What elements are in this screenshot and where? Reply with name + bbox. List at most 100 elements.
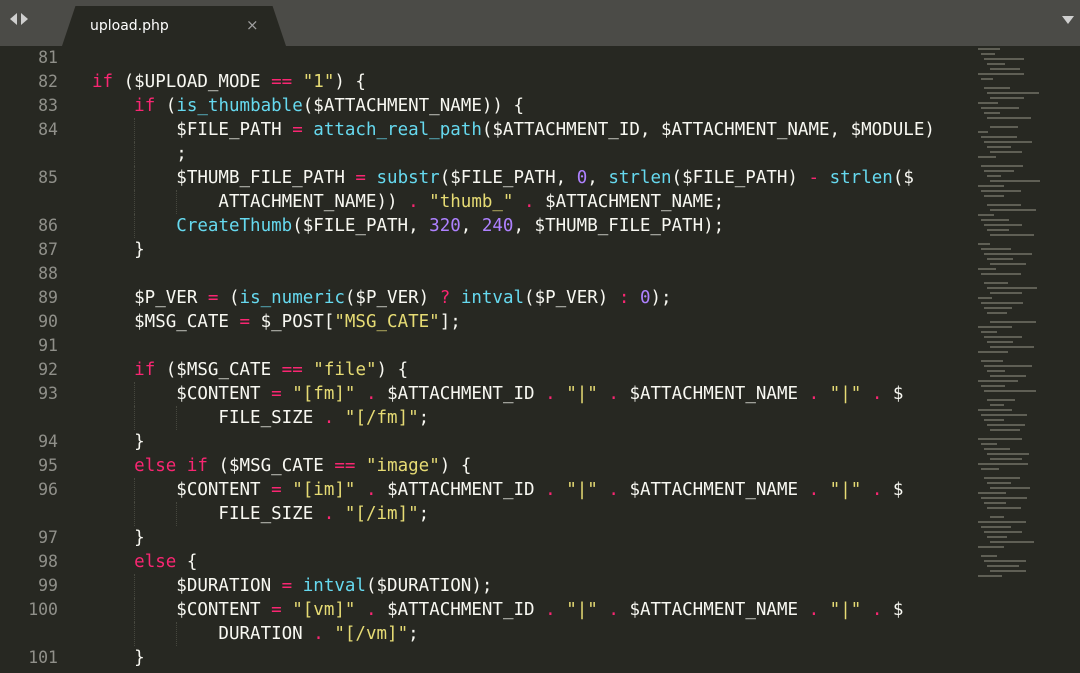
arrow-left-icon[interactable] — [10, 13, 17, 25]
code-line[interactable]: 85 $THUMB_FILE_PATH = substr($FILE_PATH,… — [0, 166, 975, 190]
code-token: $ATTACHMENT_NAME — [618, 384, 809, 404]
line-number: 95 — [38, 456, 58, 475]
line-number: 82 — [38, 72, 58, 91]
minimap-line — [978, 156, 996, 158]
code-line[interactable]: 88 — [0, 262, 975, 286]
tab-upload-php[interactable]: upload.php × — [62, 6, 286, 46]
minimap-line — [987, 482, 1011, 484]
line-number: 87 — [38, 240, 58, 259]
code-token: "file" — [313, 360, 377, 380]
indent-guide — [134, 382, 136, 406]
code-line[interactable]: 86 CreateThumb($FILE_PATH, 320, 240, $TH… — [0, 214, 975, 238]
code-line[interactable]: 83 if (is_thumbable($ATTACHMENT_NAME)) { — [0, 94, 975, 118]
minimap-line — [990, 97, 1024, 99]
minimap-line — [978, 73, 1024, 75]
code-text: $MSG_CATE = $_POST["MSG_CATE"]; — [92, 310, 461, 334]
arrow-right-icon[interactable] — [21, 13, 28, 25]
minimap-line — [984, 224, 1022, 226]
code-line[interactable]: 93 $CONTENT = "[fm]" . $ATTACHMENT_ID . … — [0, 382, 975, 406]
minimap-line — [990, 234, 1034, 236]
minimap-line — [981, 190, 1021, 192]
code-line[interactable]: FILE_SIZE . "[/fm]"; — [0, 406, 975, 430]
minimap-line — [981, 136, 1017, 138]
minimap-line — [990, 68, 1020, 70]
minimap-line — [990, 292, 1022, 294]
indent-guide — [134, 622, 136, 646]
line-number: 85 — [38, 168, 58, 187]
code-line[interactable]: 96 $CONTENT = "[im]" . $ATTACHMENT_ID . … — [0, 478, 975, 502]
minimap[interactable] — [978, 46, 1076, 673]
code-token: 0 — [576, 168, 588, 188]
code-token: is_thumbable — [176, 96, 303, 116]
code-text: } — [92, 646, 145, 670]
tab-nav-arrows[interactable] — [10, 9, 28, 29]
code-line[interactable]: 81 — [0, 46, 975, 70]
code-line[interactable]: ATTACHMENT_NAME)) . "thumb_" . $ATTACHME… — [0, 190, 975, 214]
minimap-line — [987, 536, 1007, 538]
close-icon[interactable]: × — [246, 16, 259, 34]
code-token: $ — [882, 600, 904, 620]
minimap-line — [984, 390, 1036, 392]
minimap-line — [987, 424, 1025, 426]
code-line[interactable]: 95 else if ($MSG_CATE == "image") { — [0, 454, 975, 478]
code-token: , — [460, 216, 482, 236]
code-line[interactable]: 94 } — [0, 430, 975, 454]
indent-guide — [134, 214, 136, 238]
code-token: "|" — [829, 384, 862, 404]
minimap-line — [987, 117, 1031, 119]
minimap-line — [978, 243, 990, 245]
code-token: "|" — [566, 480, 598, 500]
minimap-line — [981, 414, 1027, 416]
code-line[interactable]: DURATION . "[/vm]"; — [0, 622, 975, 646]
code-line[interactable]: 91 — [0, 334, 975, 358]
code-token: $ — [882, 480, 904, 500]
code-token: ($ATTACHMENT_ID, $ATTACHMENT_NAME, $MODU… — [481, 120, 935, 140]
code-text: else { — [92, 550, 197, 574]
code-token: ? — [439, 288, 451, 308]
code-token: ; — [408, 624, 419, 644]
indent-guide — [134, 166, 136, 190]
minimap-line — [987, 565, 1019, 567]
minimap-line — [984, 448, 1010, 450]
code-token: $CONTENT — [92, 480, 272, 500]
line-number: 88 — [38, 264, 58, 283]
code-text: if ($MSG_CATE == "file") { — [92, 358, 408, 382]
code-line[interactable]: FILE_SIZE . "[/im]"; — [0, 502, 975, 526]
code-token: . — [608, 600, 619, 620]
code-token: } — [92, 648, 145, 668]
code-token: "|" — [829, 600, 862, 620]
code-token: ; — [418, 408, 430, 428]
code-line[interactable]: 92 if ($MSG_CATE == "file") { — [0, 358, 975, 382]
minimap-line — [978, 492, 1006, 494]
code-line[interactable]: 99 $DURATION = intval($DURATION); — [0, 574, 975, 598]
code-text: if (is_thumbable($ATTACHMENT_NAME)) { — [92, 94, 524, 118]
minimap-line — [984, 560, 1026, 562]
code-token: == — [281, 360, 303, 380]
minimap-line — [984, 477, 1020, 479]
code-line[interactable]: 89 $P_VER = (is_numeric($P_VER) ? intval… — [0, 286, 975, 310]
code-token: = — [271, 600, 282, 620]
tab-list-dropdown-icon[interactable] — [1062, 16, 1074, 24]
minimap-line — [987, 92, 1039, 94]
code-line[interactable]: 84 $FILE_PATH = attach_real_path($ATTACH… — [0, 118, 975, 142]
code-editor[interactable]: 81 82 if ($UPLOAD_MODE == "1") {83 if (is_… — [0, 46, 975, 670]
code-line[interactable]: 101 } — [0, 646, 975, 670]
code-line[interactable]: 100 $CONTENT = "[vm]" . $ATTACHMENT_ID .… — [0, 598, 975, 622]
code-line[interactable]: 98 else { — [0, 550, 975, 574]
code-line[interactable]: 97 } — [0, 526, 975, 550]
code-token: ) { — [376, 360, 409, 380]
code-line[interactable]: ; — [0, 142, 975, 166]
code-token: "[/fm]" — [344, 408, 419, 428]
code-token: $ATTACHMENT_ID — [376, 480, 546, 500]
code-line[interactable]: 90 $MSG_CATE = $_POST["MSG_CATE"]; — [0, 310, 975, 334]
code-token: "1" — [302, 72, 335, 92]
code-line[interactable]: 87 } — [0, 238, 975, 262]
code-line[interactable]: 82 if ($UPLOAD_MODE == "1") { — [0, 70, 975, 94]
